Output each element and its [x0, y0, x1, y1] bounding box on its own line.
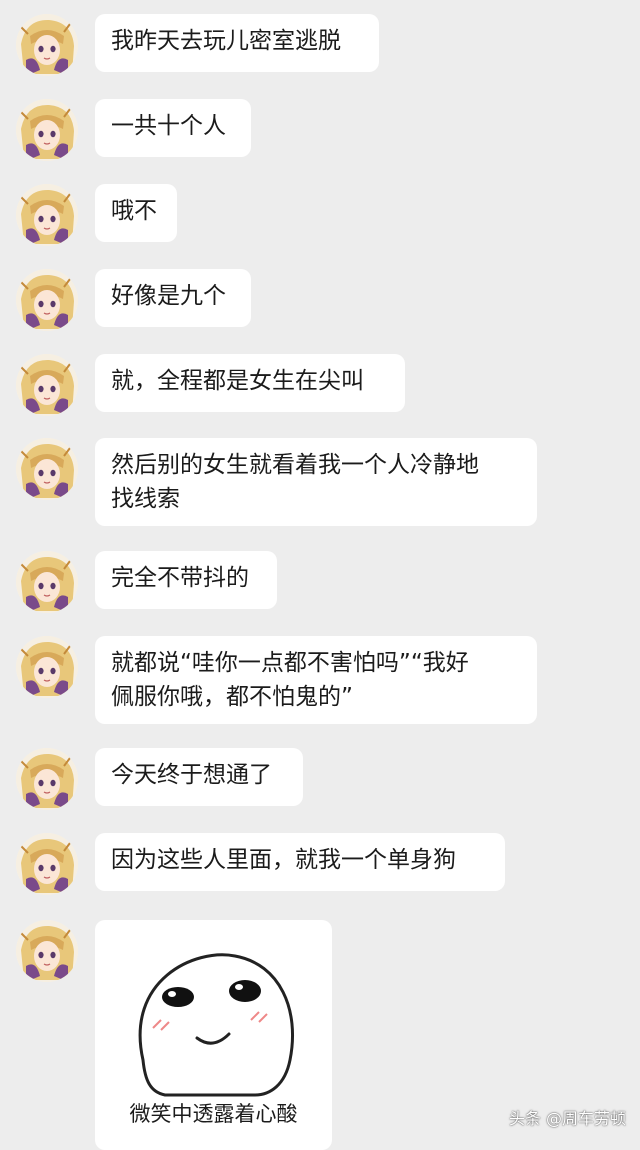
- sticker-message[interactable]: 微笑中透露着心酸: [95, 920, 332, 1150]
- profile-picture-icon: [16, 184, 78, 246]
- avatar[interactable]: [16, 14, 78, 76]
- profile-picture-icon: [16, 99, 78, 161]
- profile-picture-icon: [16, 833, 78, 895]
- watermark: 头条 @周车劳顿: [508, 1109, 626, 1128]
- message-bubble: 哦不: [95, 184, 177, 242]
- avatar[interactable]: [16, 354, 78, 416]
- profile-picture-icon: [16, 269, 78, 331]
- message-bubble: 完全不带抖的: [95, 551, 277, 609]
- message-bubble: 我昨天去玩儿密室逃脱: [95, 14, 379, 72]
- avatar[interactable]: [16, 269, 78, 331]
- message-bubble: 就，全程都是女生在尖叫: [95, 354, 405, 412]
- message-bubble: 就都说“哇你一点都不害怕吗”“我好 佩服你哦，都不怕鬼的”: [95, 636, 537, 724]
- profile-picture-icon: [16, 14, 78, 76]
- avatar[interactable]: [16, 636, 78, 698]
- message-bubble: 因为这些人里面，就我一个单身狗: [95, 833, 505, 891]
- chat-area: 我昨天去玩儿密室逃脱 一共十个人 哦不 好像是九个 就，全程都是女生在尖叫 然后…: [0, 0, 640, 1150]
- profile-picture-icon: [16, 748, 78, 810]
- profile-picture-icon: [16, 636, 78, 698]
- avatar[interactable]: [16, 748, 78, 810]
- message-bubble: 好像是九个: [95, 269, 251, 327]
- profile-picture-icon: [16, 920, 78, 982]
- avatar[interactable]: [16, 551, 78, 613]
- profile-picture-icon: [16, 354, 78, 416]
- avatar[interactable]: [16, 438, 78, 500]
- avatar[interactable]: [16, 184, 78, 246]
- avatar[interactable]: [16, 833, 78, 895]
- message-bubble: 一共十个人: [95, 99, 251, 157]
- profile-picture-icon: [16, 551, 78, 613]
- message-bubble: 今天终于想通了: [95, 748, 303, 806]
- avatar[interactable]: [16, 99, 78, 161]
- sticker-caption: 微笑中透露着心酸: [129, 1102, 298, 1126]
- avatar[interactable]: [16, 920, 78, 982]
- message-bubble: 然后别的女生就看着我一个人冷静地 找线索: [95, 438, 537, 526]
- profile-picture-icon: [16, 438, 78, 500]
